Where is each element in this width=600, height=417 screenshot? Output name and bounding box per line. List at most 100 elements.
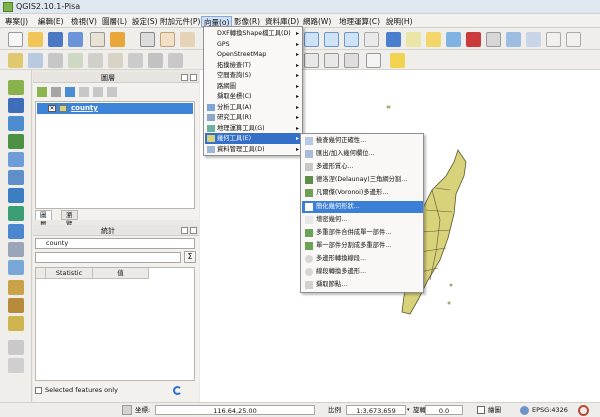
menu-edit[interactable]: 編輯(E) (36, 16, 66, 27)
digitize-point-icon[interactable] (8, 340, 24, 355)
add-postgis-layer-icon[interactable] (8, 116, 24, 131)
toggle-extents-icon[interactable] (122, 405, 132, 415)
statistics-icon[interactable] (526, 32, 541, 47)
measure-icon[interactable] (486, 32, 501, 47)
add-wcs-layer-icon[interactable] (8, 206, 24, 221)
open-project-icon[interactable] (28, 32, 43, 47)
message-log-icon[interactable] (578, 405, 589, 416)
selected-only-checkbox[interactable] (35, 387, 42, 394)
menu-item-polygons-to-lines[interactable]: 多邊形轉換線段... (302, 253, 423, 265)
print-composer-icon[interactable] (90, 32, 105, 47)
coordinate-field[interactable]: 116.64,25.00 (155, 405, 315, 415)
menu-item-singlepart-to-multipart[interactable]: 單一部件分割成多重部件... (302, 240, 423, 252)
menu-item-check-geometry[interactable]: 檢查幾何正確性... (302, 135, 423, 147)
add-oracle-layer-icon[interactable] (8, 170, 24, 185)
menu-item-dxf2shp[interactable]: DXF轉換Shape檔工具(D) ▸ (205, 28, 302, 39)
scale-field[interactable]: 1:3,673,659 (346, 405, 406, 415)
menu-item-polygon-centroids[interactable]: 多邊形質心... (302, 161, 423, 173)
menu-help[interactable]: 說明(H) (384, 16, 415, 27)
menu-web[interactable]: 網路(W) (301, 16, 333, 27)
column-header-value[interactable]: 值 (93, 268, 149, 279)
layer-visibility-checkbox[interactable]: ✕ (48, 105, 56, 112)
menu-item-extract-nodes[interactable]: 擷取節點... (302, 279, 423, 291)
attribute-table-icon[interactable] (506, 32, 521, 47)
crs-globe-icon[interactable] (520, 406, 529, 415)
layer-row-county[interactable]: ✕ county (37, 103, 193, 114)
add-raster-layer-icon[interactable] (8, 98, 24, 113)
menu-item-export-geometry-columns[interactable]: 匯出/加入幾何欄位... (302, 148, 423, 160)
menu-project[interactable]: 專案(J) (3, 16, 30, 27)
composer-manager-icon[interactable] (110, 32, 125, 47)
pan-to-selection-icon[interactable] (180, 32, 195, 47)
menu-item-voronoi[interactable]: 凡爾傑(Voronoi)多邊形... (302, 187, 423, 199)
add-wms-layer-icon[interactable] (8, 188, 24, 203)
add-group-icon[interactable] (37, 87, 47, 97)
save-as-icon[interactable] (68, 32, 83, 47)
hand-pan-icon[interactable] (160, 32, 175, 47)
map-tips-icon[interactable] (546, 32, 561, 47)
close-panel-icon[interactable] (190, 227, 197, 234)
identify-icon[interactable] (386, 32, 401, 47)
float-panel-icon[interactable] (181, 227, 188, 234)
add-spatialite-layer-icon[interactable] (8, 134, 24, 149)
save-project-icon[interactable] (48, 32, 63, 47)
zoom-last-icon[interactable] (324, 32, 339, 47)
new-spatialite-icon[interactable] (8, 298, 24, 313)
add-delimited-text-icon[interactable] (8, 242, 24, 257)
rotation-field[interactable]: 0.0 (425, 405, 463, 415)
digitize-line-icon[interactable] (8, 358, 24, 373)
select-by-value-icon[interactable] (426, 32, 441, 47)
add-virtual-layer-icon[interactable] (8, 260, 24, 275)
label-tool-icon[interactable] (304, 53, 319, 68)
pan-map-icon[interactable] (140, 32, 155, 47)
menu-settings[interactable]: 設定(S) (130, 16, 160, 27)
manage-visibility-icon[interactable] (51, 87, 61, 97)
delete-selected-icon[interactable] (128, 53, 143, 68)
menu-item-delaunay[interactable]: 德洛涅(Delaunay)三角網分割... (302, 174, 423, 186)
move-feature-icon[interactable] (88, 53, 103, 68)
menu-item-lines-to-polygons[interactable]: 線段轉換多邊形... (302, 266, 423, 278)
menu-plugins[interactable]: 附加元件(P) (158, 16, 202, 27)
menu-item-research-tools[interactable]: 研究工具(R) ▸ (205, 112, 302, 123)
refresh-icon[interactable] (173, 386, 182, 395)
menu-item-openstreetmap[interactable]: OpenStreetMap ▸ (205, 49, 302, 60)
menu-processing[interactable]: 地理運算(C) (337, 16, 382, 27)
new-project-icon[interactable] (8, 32, 23, 47)
menu-item-densify-geometries[interactable]: 增密幾何... (302, 214, 423, 226)
show-label-icon[interactable] (344, 53, 359, 68)
layer-name[interactable]: county (71, 104, 98, 112)
refresh-icon[interactable] (364, 32, 379, 47)
menu-item-data-management-tools[interactable]: 資料管理工具(D) ▸ (205, 144, 302, 155)
menu-item-spatial-query[interactable]: 空間查詢(S) ▸ (205, 70, 302, 81)
csv-import-icon[interactable] (366, 53, 381, 68)
add-mssql-layer-icon[interactable] (8, 152, 24, 167)
stats-layer-select[interactable]: county (35, 238, 195, 249)
column-header-statistic[interactable]: Statistic (46, 268, 93, 279)
tab-layers[interactable]: 圖層 (35, 210, 52, 228)
cut-features-icon[interactable] (148, 53, 163, 68)
menu-item-coordinate-capture[interactable]: 擷取坐標(C) ▸ (205, 91, 302, 102)
close-panel-icon[interactable] (190, 74, 197, 81)
float-panel-icon[interactable] (181, 74, 188, 81)
field-calculator-icon[interactable] (466, 32, 481, 47)
save-edits-icon[interactable] (48, 53, 63, 68)
zoom-next-icon[interactable] (344, 32, 359, 47)
new-gpx-icon[interactable] (8, 316, 24, 331)
tab-browser[interactable]: 瀏覽器 (61, 210, 78, 237)
menu-item-simplify-geometries[interactable]: 簡化幾何形狀... (302, 201, 423, 213)
new-shapefile-icon[interactable] (8, 280, 24, 295)
node-tool-icon[interactable] (108, 53, 123, 68)
render-checkbox[interactable] (477, 406, 485, 414)
menu-layer[interactable]: 圖層(L) (100, 16, 129, 27)
toggle-editing-icon[interactable] (8, 53, 23, 68)
expression-button[interactable]: Σ (184, 251, 196, 263)
add-feature-icon[interactable] (68, 53, 83, 68)
select-features-icon[interactable] (406, 32, 421, 47)
remove-layer-icon[interactable] (107, 87, 117, 97)
menu-item-multipart-to-singlepart[interactable]: 多重部件合併成單一部件... (302, 227, 423, 239)
copy-features-icon[interactable] (168, 53, 183, 68)
deselect-icon[interactable] (446, 32, 461, 47)
python-console-icon[interactable] (390, 53, 405, 68)
collapse-all-icon[interactable] (93, 87, 103, 97)
add-wfs-layer-icon[interactable] (8, 224, 24, 239)
